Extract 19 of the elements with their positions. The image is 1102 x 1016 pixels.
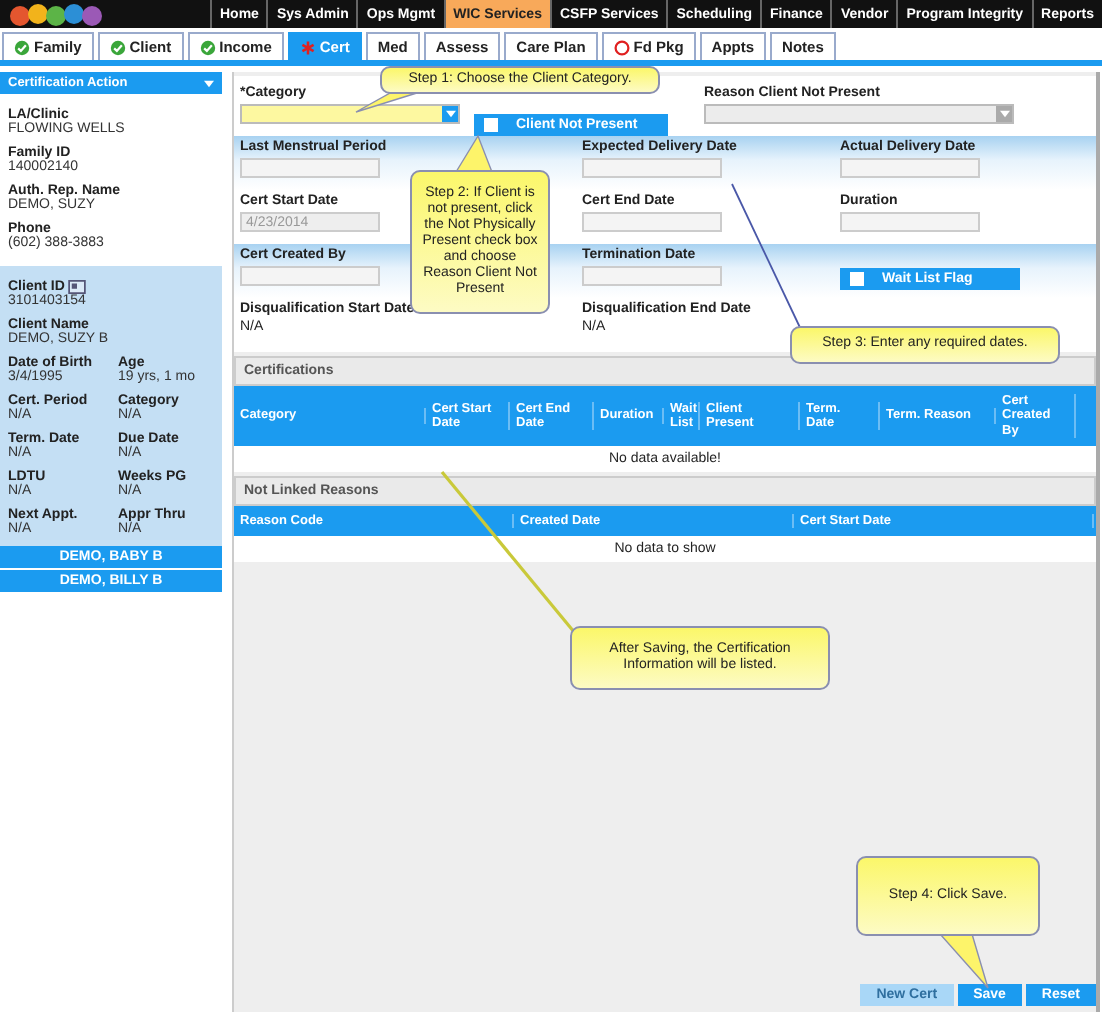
- alert-circle-icon: [613, 39, 630, 55]
- id-card-icon[interactable]: [68, 280, 87, 294]
- input-field[interactable]: [582, 158, 722, 178]
- checkbox[interactable]: [484, 118, 498, 132]
- input-field[interactable]: [582, 266, 722, 286]
- check-circle-icon: [109, 39, 126, 55]
- asterisk-icon: [299, 39, 316, 55]
- callout-pointer: [938, 933, 989, 989]
- check-circle-icon: [199, 39, 216, 55]
- input-field[interactable]: [240, 158, 380, 178]
- check-circle-icon: [14, 39, 30, 55]
- caret-icon: [204, 79, 214, 87]
- input-field[interactable]: [840, 158, 980, 178]
- input-field[interactable]: [840, 212, 980, 232]
- dropdown-button[interactable]: [442, 106, 458, 122]
- input-field[interactable]: [582, 212, 722, 232]
- checkbox[interactable]: [850, 272, 864, 286]
- input-field[interactable]: [240, 266, 380, 286]
- dropdown-field[interactable]: [240, 104, 460, 124]
